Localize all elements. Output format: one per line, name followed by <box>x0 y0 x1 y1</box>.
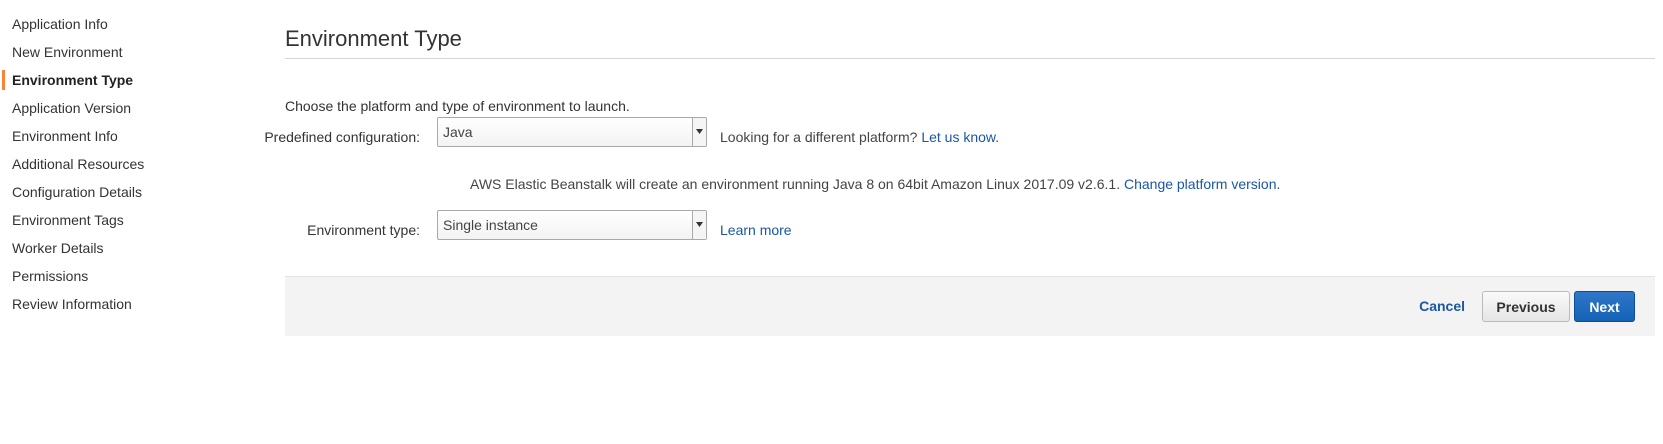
environment-type-value: Single instance <box>443 217 538 233</box>
sidebar-item-additional-resources[interactable]: Additional Resources <box>0 150 240 178</box>
page-title: Environment Type <box>285 26 462 51</box>
predefined-configuration-value: Java <box>443 124 473 140</box>
sidebar-item-permissions[interactable]: Permissions <box>0 262 240 290</box>
wizard-steps-sidebar: Application Info New Environment Environ… <box>0 10 240 318</box>
platform-hint-suffix: . <box>995 129 1000 145</box>
next-button[interactable]: Next <box>1574 291 1635 322</box>
environment-type-select[interactable]: Single instance <box>437 210 707 240</box>
previous-button[interactable]: Previous <box>1482 291 1570 322</box>
learn-more-wrapper: Learn more <box>720 222 792 238</box>
sidebar-item-environment-type[interactable]: Environment Type <box>0 66 240 94</box>
sidebar-item-application-version[interactable]: Application Version <box>0 94 240 122</box>
sidebar-item-new-environment[interactable]: New Environment <box>0 38 240 66</box>
dropdown-arrow-icon <box>692 211 706 239</box>
sidebar-item-review-information[interactable]: Review Information <box>0 290 240 318</box>
page: Application Info New Environment Environ… <box>0 0 1663 444</box>
sidebar-item-application-info[interactable]: Application Info <box>0 10 240 38</box>
cancel-button[interactable]: Cancel <box>1419 298 1465 314</box>
wizard-footer: Cancel Previous Next <box>285 276 1655 336</box>
title-divider <box>285 58 1655 59</box>
predefined-configuration-select[interactable]: Java <box>437 117 707 147</box>
learn-more-link[interactable]: Learn more <box>720 222 792 238</box>
sidebar-item-worker-details[interactable]: Worker Details <box>0 234 240 262</box>
sidebar-item-environment-tags[interactable]: Environment Tags <box>0 206 240 234</box>
dropdown-arrow-icon <box>692 118 706 146</box>
environment-type-label: Environment type: <box>307 222 420 238</box>
intro-text: Choose the platform and type of environm… <box>285 98 630 114</box>
platform-hint: Looking for a different platform? Let us… <box>720 129 999 145</box>
predefined-configuration-label: Predefined configuration: <box>264 129 420 145</box>
platform-description-suffix: . <box>1276 176 1281 192</box>
let-us-know-link[interactable]: Let us know <box>921 129 995 145</box>
change-platform-version-link[interactable]: Change platform version <box>1124 176 1277 192</box>
sidebar-item-environment-info[interactable]: Environment Info <box>0 122 240 150</box>
platform-hint-text: Looking for a different platform? <box>720 129 918 145</box>
sidebar-item-configuration-details[interactable]: Configuration Details <box>0 178 240 206</box>
platform-description: AWS Elastic Beanstalk will create an env… <box>470 176 1280 192</box>
platform-description-text: AWS Elastic Beanstalk will create an env… <box>470 176 1121 192</box>
